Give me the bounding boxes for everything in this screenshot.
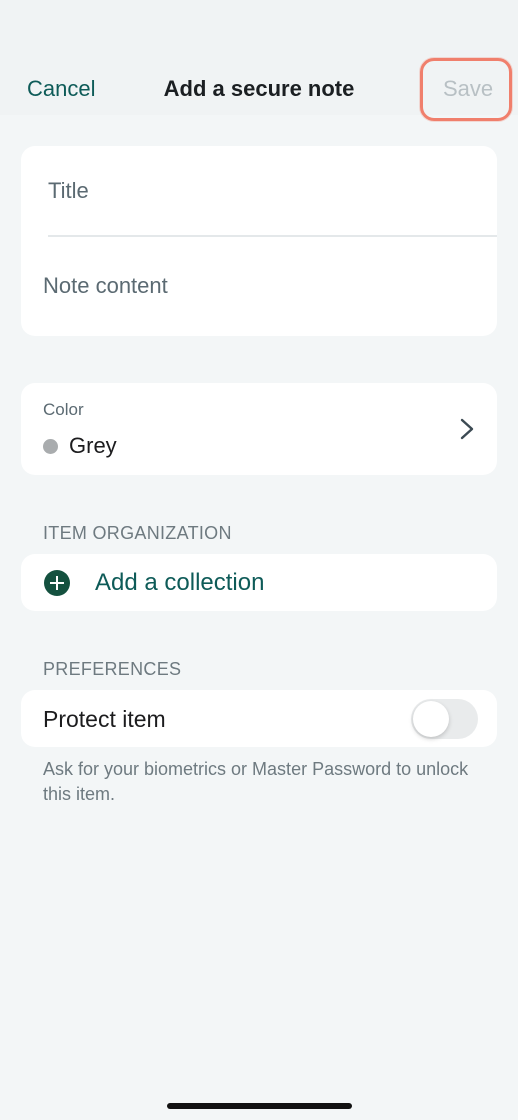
add-collection-label: Add a collection bbox=[95, 569, 265, 596]
chevron-right-icon bbox=[460, 418, 474, 440]
save-button[interactable]: Save bbox=[443, 76, 493, 102]
protect-item-toggle[interactable] bbox=[411, 699, 478, 739]
note-card: Title Note content bbox=[21, 146, 497, 336]
protect-item-row: Protect item bbox=[21, 690, 497, 747]
color-caption: Color bbox=[43, 400, 84, 419]
navigation-bar: Cancel Add a secure note Save bbox=[0, 0, 518, 121]
protect-item-footnote: Ask for your biometrics or Master Passwo… bbox=[43, 759, 469, 804]
toggle-knob bbox=[413, 701, 449, 737]
preferences-header: PREFERENCES bbox=[43, 659, 182, 679]
color-value: Grey bbox=[69, 433, 117, 458]
color-selector-row[interactable]: Color Grey bbox=[21, 383, 497, 475]
home-indicator bbox=[167, 1103, 352, 1109]
divider bbox=[48, 235, 497, 237]
plus-circle-icon bbox=[44, 570, 70, 596]
item-organization-header: ITEM ORGANIZATION bbox=[43, 523, 232, 543]
title-input[interactable]: Title bbox=[48, 178, 89, 204]
color-swatch bbox=[43, 439, 58, 454]
protect-item-label: Protect item bbox=[43, 706, 166, 732]
add-secure-note-screen: Cancel Add a secure note Save Title Note… bbox=[0, 0, 518, 1120]
add-collection-row[interactable]: Add a collection bbox=[21, 554, 497, 611]
note-content-input[interactable]: Note content bbox=[43, 273, 168, 299]
